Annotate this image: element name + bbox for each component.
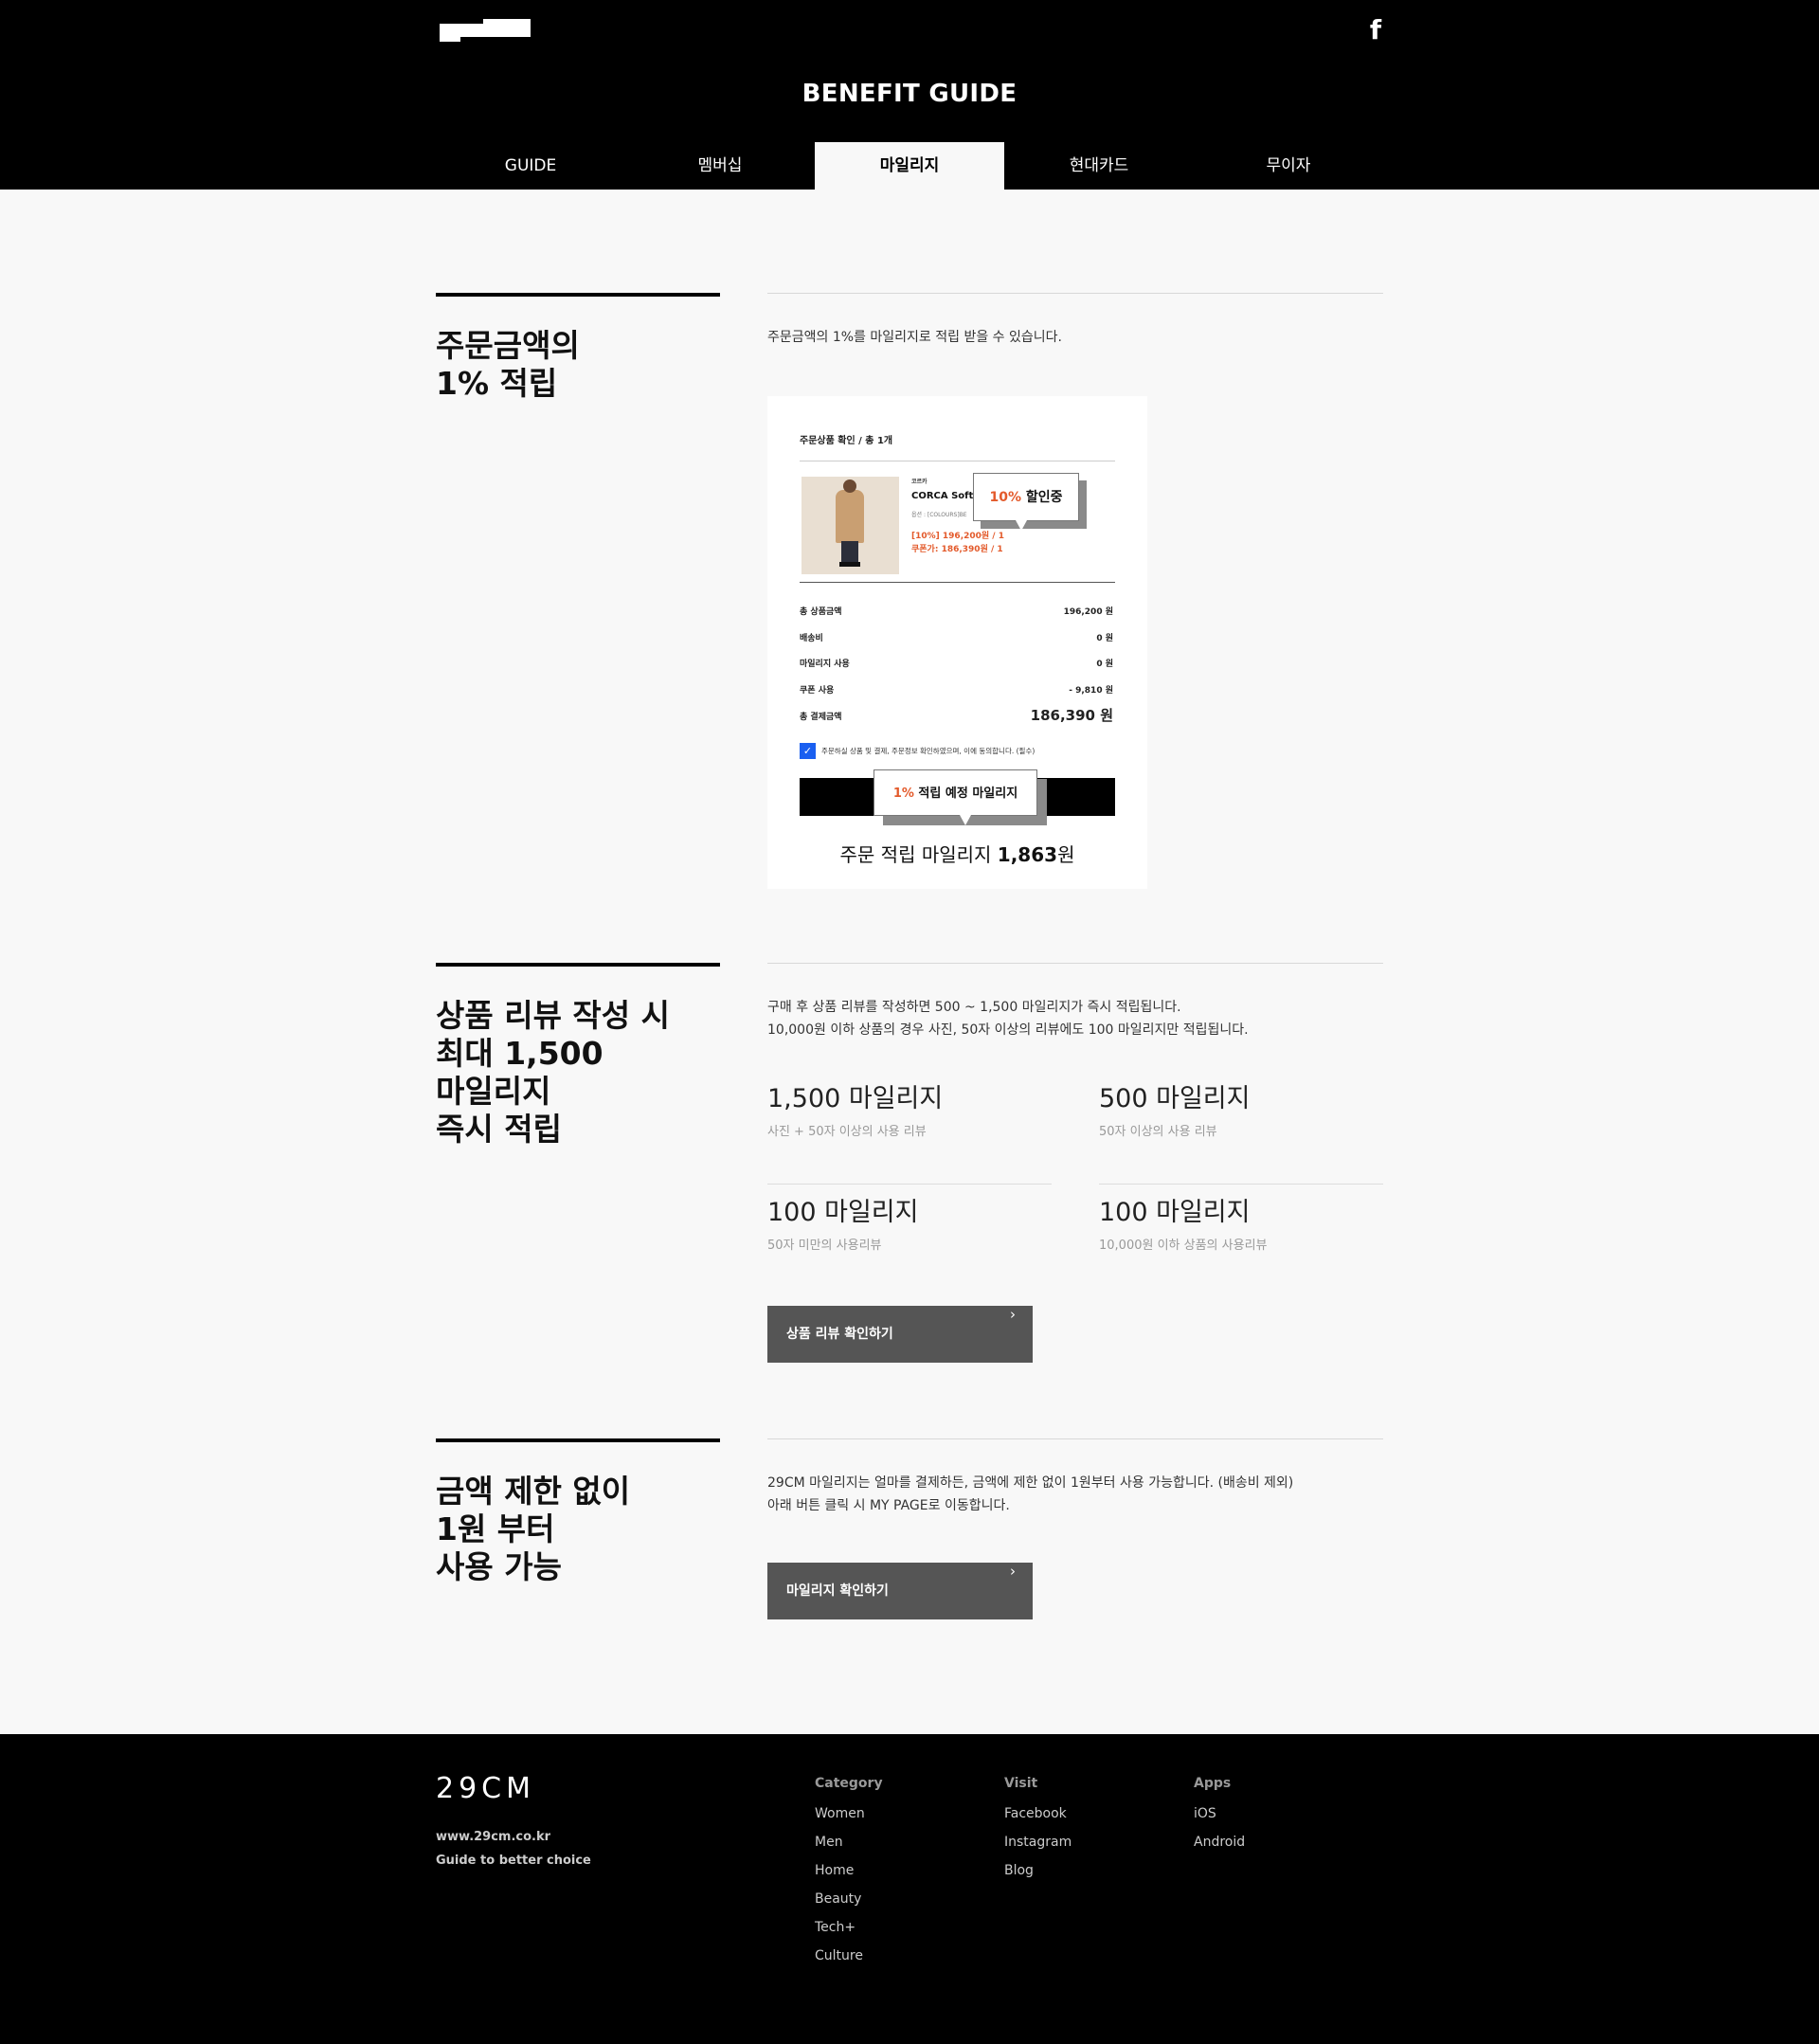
footer-link-instagram[interactable]: Instagram <box>1004 1828 1072 1856</box>
summary-row: 마일리지 사용 0 원 <box>800 660 1113 669</box>
receipt-header: 주문상품 확인 / 총 1개 <box>800 436 893 446</box>
check-review-button[interactable]: 상품 리뷰 확인하기 › <box>767 1306 1033 1363</box>
section-title-earn: 주문금액의 1% 적립 <box>436 327 580 402</box>
chevron-right-icon: › <box>1010 1563 1016 1580</box>
tab-mileage[interactable]: 마일리지 <box>815 142 1004 190</box>
divider <box>767 1184 1052 1185</box>
footer-heading: Apps <box>1194 1776 1232 1791</box>
mileage-item: 100 마일리지 10,000원 이하 상품의 사용리뷰 <box>1099 1197 1383 1253</box>
divider <box>800 582 1115 583</box>
product-price: [10%] 196,200원 / 1 <box>911 532 1004 541</box>
coupon-price: 쿠폰가: 186,390원 / 1 <box>911 545 1003 554</box>
footer-link-facebook[interactable]: Facebook <box>1004 1800 1072 1828</box>
summary-row: 총 상품금액 196,200 원 <box>800 607 1113 617</box>
site-logo[interactable] <box>440 19 531 42</box>
section-divider-line <box>767 963 1383 964</box>
footer-link-women[interactable]: Women <box>815 1800 883 1828</box>
checkmark-icon[interactable]: ✓ <box>800 743 816 759</box>
mileage-amount: 100 마일리지 <box>1099 1198 1251 1227</box>
tab-guide[interactable]: GUIDE <box>436 142 625 190</box>
footer-logo[interactable]: 29CM <box>436 1772 535 1805</box>
order-receipt-example: 주문상품 확인 / 총 1개 코르카 CORCA Soft 옵션 : [COLO… <box>767 396 1147 889</box>
mileage-item: 500 마일리지 50자 이상의 사용 리뷰 <box>1099 1083 1383 1139</box>
footer-column-visit: Visit Facebook Instagram Blog <box>1004 1776 1072 1885</box>
mileage-condition: 50자 미만의 사용리뷰 <box>767 1239 882 1253</box>
mileage-condition: 사진 + 50자 이상의 사용 리뷰 <box>767 1125 927 1139</box>
product-name: CORCA Soft <box>911 491 974 501</box>
mileage-item: 1,500 마일리지 사진 + 50자 이상의 사용 리뷰 <box>767 1083 1052 1139</box>
divider <box>1099 1184 1383 1185</box>
product-brand: 코르카 <box>911 479 928 485</box>
footer-url[interactable]: www.29cm.co.kr <box>436 1830 550 1844</box>
footer-heading: Category <box>815 1776 883 1791</box>
agree-text: 주문하실 상품 및 결제, 주문정보 확인하였으며, 이에 동의합니다. (필수… <box>821 747 1036 755</box>
footer-column-category: Category Women Men Home Beauty Tech+ Cul… <box>815 1776 883 1970</box>
earned-mileage: 주문 적립 마일리지 1,863원 <box>839 843 1075 866</box>
section-divider-line <box>767 293 1383 294</box>
footer-link-culture[interactable]: Culture <box>815 1942 883 1970</box>
section-desc-earn: 주문금액의 1%를 마일리지로 적립 받을 수 있습니다. <box>767 330 1062 345</box>
tab-interest-free[interactable]: 무이자 <box>1194 142 1383 190</box>
footer-link-blog[interactable]: Blog <box>1004 1856 1072 1885</box>
footer-link-beauty[interactable]: Beauty <box>815 1885 883 1913</box>
footer-link-android[interactable]: Android <box>1194 1828 1245 1856</box>
mileage-amount: 1,500 마일리지 <box>767 1084 944 1113</box>
section-desc-review: 구매 후 상품 리뷰를 작성하면 500 ~ 1,500 마일리지가 즉시 적립… <box>767 1000 1249 1038</box>
facebook-icon[interactable]: f <box>1364 17 1387 44</box>
section-divider-bar <box>436 963 720 967</box>
footer-tagline: Guide to better choice <box>436 1854 591 1868</box>
footer-link-ios[interactable]: iOS <box>1194 1800 1245 1828</box>
section-desc-usage: 29CM 마일리지는 얼마를 결제하든, 금액에 제한 없이 1원부터 사용 가… <box>767 1475 1294 1513</box>
section-title-review: 상품 리뷰 작성 시 최대 1,500 마일리지 즉시 적립 <box>436 997 670 1148</box>
footer-link-men[interactable]: Men <box>815 1828 883 1856</box>
product-image <box>801 477 899 574</box>
footer-link-tech[interactable]: Tech+ <box>815 1913 883 1942</box>
mileage-condition: 50자 이상의 사용 리뷰 <box>1099 1125 1217 1139</box>
summary-row-total: 총 결제금액 186,390 원 <box>800 707 1113 724</box>
mileage-item: 100 마일리지 50자 미만의 사용리뷰 <box>767 1197 1052 1253</box>
footer-link-home[interactable]: Home <box>815 1856 883 1885</box>
page-title: BENEFIT GUIDE <box>801 80 1018 108</box>
section-divider-bar <box>436 1438 720 1442</box>
summary-row: 배송비 0 원 <box>800 634 1113 643</box>
footer-column-apps: Apps iOS Android <box>1194 1776 1245 1856</box>
section-divider-bar <box>436 293 720 297</box>
tab-hyundai-card[interactable]: 현대카드 <box>1004 142 1194 190</box>
footer-heading: Visit <box>1004 1776 1038 1791</box>
discount-callout: 10% 할인중 <box>973 473 1079 531</box>
site-header: f BENEFIT GUIDE GUIDE 멤버십 마일리지 현대카드 무이자 <box>0 0 1819 190</box>
site-footer: 29CM www.29cm.co.kr Guide to better choi… <box>0 1734 1819 2044</box>
product-option: 옵션 : [COLOURS]BE <box>911 512 967 518</box>
mileage-amount: 500 마일리지 <box>1099 1084 1251 1113</box>
mileage-condition: 10,000원 이하 상품의 사용리뷰 <box>1099 1239 1268 1253</box>
section-divider-line <box>767 1438 1383 1439</box>
section-title-usage: 금액 제한 없이 1원 부터 사용 가능 <box>436 1473 631 1585</box>
summary-row: 쿠폰 사용 - 9,810 원 <box>800 686 1113 696</box>
earn-callout: 1% 적립 예정 마일리지 <box>873 769 1037 825</box>
chevron-right-icon: › <box>1010 1306 1016 1323</box>
mileage-amount: 100 마일리지 <box>767 1198 919 1227</box>
tab-membership[interactable]: 멤버십 <box>625 142 815 190</box>
check-mileage-button[interactable]: 마일리지 확인하기 › <box>767 1563 1033 1619</box>
benefit-tabs: GUIDE 멤버십 마일리지 현대카드 무이자 <box>436 142 1383 190</box>
